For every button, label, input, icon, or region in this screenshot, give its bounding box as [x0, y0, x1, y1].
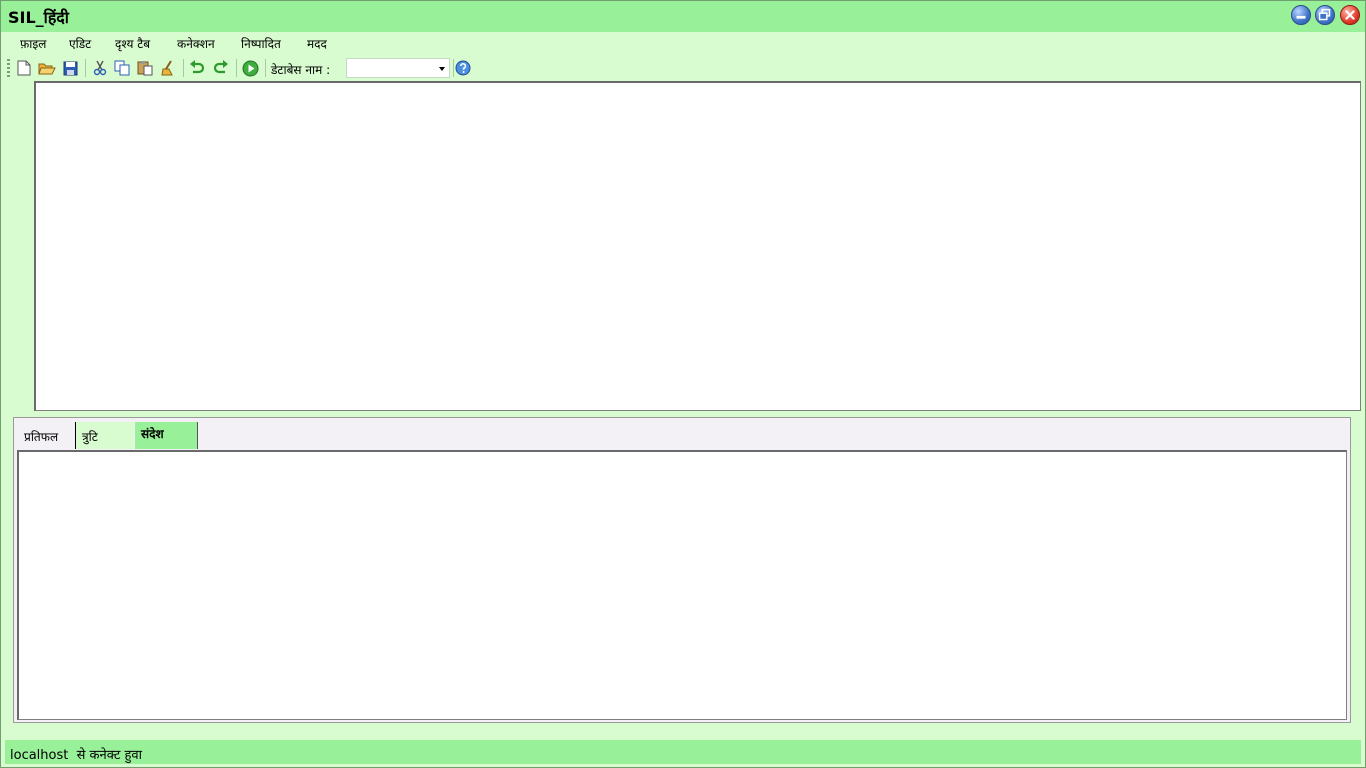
- app-window: SIL_हिंदी फ़ाइल एडिट दृश्य टैब कनेक्शन न…: [0, 0, 1366, 768]
- undo-button[interactable]: [188, 59, 206, 77]
- toolbar-separator: [183, 59, 184, 77]
- tab-message[interactable]: संदेश: [135, 422, 198, 449]
- paste-icon: [137, 61, 153, 76]
- toolbar-separator: [265, 59, 266, 77]
- toolbar-grip[interactable]: [7, 59, 10, 77]
- close-icon: [1345, 10, 1355, 20]
- menu-edit[interactable]: एडिट: [69, 35, 91, 52]
- menu-file[interactable]: फ़ाइल: [20, 35, 46, 52]
- toolbar-separator: [236, 59, 237, 77]
- open-button[interactable]: [38, 59, 56, 77]
- tab-result[interactable]: प्रतिफल: [18, 422, 76, 449]
- results-tab-panel: प्रतिफल त्रुटि संदेश: [13, 417, 1351, 723]
- status-bar: localhost से कनेक्ट हुवा: [5, 740, 1361, 764]
- menu-view-tab[interactable]: दृश्य टैब: [115, 35, 150, 52]
- toolbar: डेटाबेस नाम :: [7, 56, 1359, 80]
- copy-button[interactable]: [113, 59, 131, 77]
- scissors-icon: [93, 60, 107, 76]
- minimize-icon: [1296, 15, 1306, 19]
- title-bar[interactable]: SIL_हिंदी: [1, 1, 1365, 32]
- save-icon: [63, 61, 77, 75]
- menu-execute[interactable]: निष्पादित: [241, 35, 281, 52]
- query-editor[interactable]: [34, 81, 1361, 411]
- help-button[interactable]: [454, 59, 472, 77]
- redo-icon: [213, 60, 228, 74]
- redo-button[interactable]: [212, 59, 230, 77]
- clear-button[interactable]: [159, 59, 177, 77]
- save-button[interactable]: [61, 59, 79, 77]
- minimize-button[interactable]: [1291, 5, 1311, 25]
- menu-help[interactable]: मदद: [307, 35, 327, 52]
- copy-icon: [114, 60, 130, 76]
- play-icon: [242, 60, 258, 76]
- chevron-down-icon: [439, 67, 445, 71]
- message-output-area[interactable]: [17, 450, 1347, 720]
- paste-button[interactable]: [136, 59, 154, 77]
- database-name-select[interactable]: [346, 58, 450, 78]
- help-icon: [455, 60, 471, 76]
- new-button[interactable]: [15, 59, 33, 77]
- new-file-icon: [17, 60, 31, 76]
- status-text: localhost से कनेक्ट हुवा: [10, 748, 143, 763]
- restore-button[interactable]: [1315, 5, 1335, 25]
- broom-icon: [161, 60, 173, 76]
- database-name-label: डेटाबेस नाम :: [271, 63, 331, 77]
- toolbar-separator: [85, 59, 86, 77]
- restore-icon: [1318, 8, 1331, 21]
- window-title: SIL_हिंदी: [8, 8, 69, 27]
- folder-open-icon: [38, 63, 56, 74]
- execute-button[interactable]: [241, 59, 259, 77]
- close-button[interactable]: [1340, 5, 1360, 25]
- cut-button[interactable]: [91, 59, 109, 77]
- menu-connection[interactable]: कनेक्शन: [177, 35, 215, 52]
- menu-bar: फ़ाइल एडिट दृश्य टैब कनेक्शन निष्पादित म…: [1, 32, 1365, 54]
- undo-icon: [190, 60, 205, 74]
- tab-error[interactable]: त्रुटि: [76, 422, 134, 449]
